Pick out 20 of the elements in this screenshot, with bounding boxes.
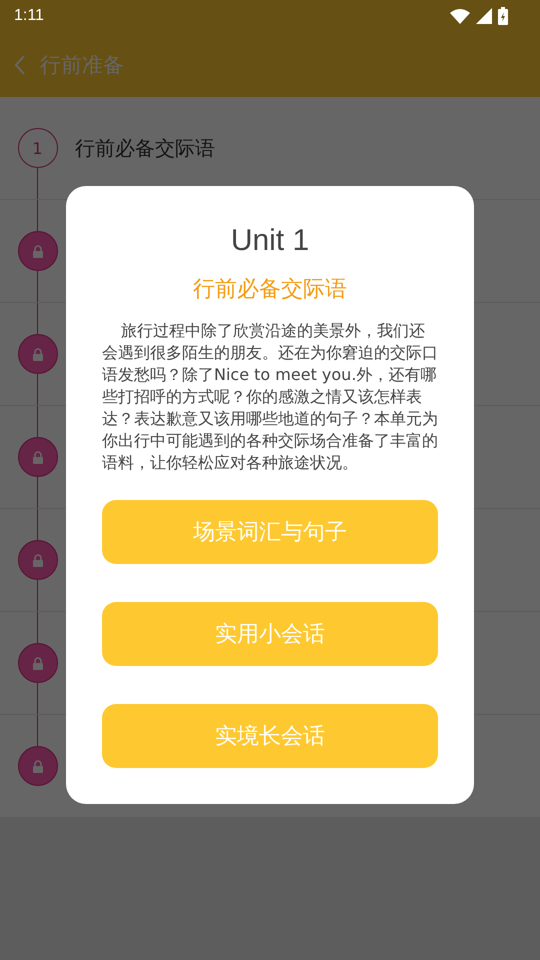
- status-time: 1:11: [14, 7, 44, 25]
- lock-icon: [32, 450, 44, 464]
- dialog-subtitle: 行前必备交际语: [193, 276, 347, 304]
- lock-icon: [32, 348, 44, 360]
- lock-icon: [32, 244, 44, 258]
- lesson-title[interactable]: 行前必备交际语: [75, 134, 215, 162]
- section-button[interactable]: 场景词汇与句子: [102, 500, 438, 564]
- page-title: 行前准备: [40, 52, 124, 78]
- lock-icon: [32, 760, 44, 772]
- dialog-title: Unit 1: [230, 224, 310, 258]
- signal-icon: [476, 8, 492, 24]
- step-number: 1: [18, 128, 58, 168]
- lock-icon: [32, 554, 44, 566]
- wifi-icon: [450, 8, 470, 24]
- section-button[interactable]: 实用小会话: [102, 602, 438, 666]
- lock-icon: [32, 656, 44, 670]
- section-button[interactable]: 实境长会话: [102, 704, 438, 768]
- battery-icon: [498, 7, 508, 25]
- back-icon[interactable]: [14, 54, 26, 74]
- unit-description: 旅行过程中除了欣赏沿途的美景外，我们还会遇到很多陌生的朋友。还在为你窘迫的交际口语发愁吗？除了Nice to meet you.外，还有哪些打招呼的方式呢？你的感激之情又该怎样表达？表达歉意又该用哪些地道的句子？本单元为你出行中可能遇到的各种交际场合准备了丰富的语料，让你轻松应对各种旅途状况。: [102, 320, 438, 474]
